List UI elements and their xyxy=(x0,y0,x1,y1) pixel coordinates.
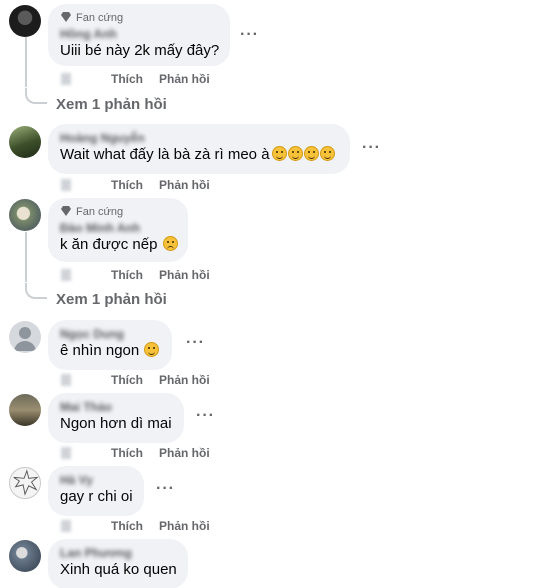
fan-badge: Fan cứng xyxy=(60,11,218,25)
timestamp[interactable] xyxy=(61,179,71,191)
comment-text: Xinh quá ko quen xyxy=(60,561,177,578)
smiling-face-emoji xyxy=(287,146,303,161)
avatar[interactable] xyxy=(9,5,41,37)
comment-text: ê nhìn ngon xyxy=(60,341,160,361)
comment-bubble: Fan cứng Đào Minh Anh k ăn được nếp xyxy=(48,198,188,262)
like-button[interactable]: Thích xyxy=(111,72,143,86)
commenter-name[interactable]: Mai Thảo xyxy=(60,400,172,414)
commenter-name[interactable]: Hoàng Nguyễn xyxy=(60,131,338,145)
sad-face-emoji xyxy=(162,236,178,251)
timestamp[interactable] xyxy=(61,520,71,532)
reply-button[interactable]: Phản hồi xyxy=(159,178,210,192)
view-replies-link[interactable]: Xem 1 phản hồi xyxy=(56,291,167,308)
avatar[interactable] xyxy=(9,540,41,572)
fan-badge: Fan cứng xyxy=(60,205,176,219)
like-button[interactable]: Thích xyxy=(111,178,143,192)
comment-actions: Thích Phản hồi xyxy=(61,519,210,533)
like-button[interactable]: Thích xyxy=(111,373,143,387)
reply-connector xyxy=(25,88,47,104)
comment-bubble: Hoàng Nguyễn Wait what đấy là bà zà rì m… xyxy=(48,124,350,174)
avatar[interactable] xyxy=(9,467,41,499)
timestamp[interactable] xyxy=(61,73,71,85)
reply-button[interactable]: Phản hồi xyxy=(159,72,210,86)
like-button[interactable]: Thích xyxy=(111,519,143,533)
like-button[interactable]: Thích xyxy=(111,268,143,282)
more-options-icon[interactable]: ··· xyxy=(156,481,175,497)
reply-button[interactable]: Phản hồi xyxy=(159,519,210,533)
diamond-icon xyxy=(60,205,72,220)
comment-text: Uiii bé này 2k mấy đây? xyxy=(60,42,220,59)
avatar[interactable] xyxy=(9,199,41,231)
commenter-name[interactable]: Hà Vy xyxy=(60,473,132,487)
comment-bubble: Fan cứng Hồng Anh Uiii bé này 2k mấy đây… xyxy=(48,4,230,66)
timestamp[interactable] xyxy=(61,374,71,386)
more-options-icon[interactable]: ··· xyxy=(240,27,259,43)
thread-line xyxy=(25,232,27,282)
thread-line xyxy=(25,37,27,87)
more-options-icon[interactable]: ··· xyxy=(362,140,381,156)
avatar[interactable] xyxy=(9,321,41,353)
avatar[interactable] xyxy=(9,126,41,158)
comment-actions: Thích Phản hồi xyxy=(61,268,210,282)
view-replies-link[interactable]: Xem 1 phản hồi xyxy=(56,96,167,113)
avatar[interactable] xyxy=(9,394,41,426)
comment-text: Ngon hơn dì mai xyxy=(60,415,172,432)
reply-button[interactable]: Phản hồi xyxy=(159,446,210,460)
comment-bubble: Hà Vy gay r chi oi xyxy=(48,466,144,516)
more-options-icon[interactable]: ··· xyxy=(186,335,205,351)
timestamp[interactable] xyxy=(61,447,71,459)
comment-actions: Thích Phản hồi xyxy=(61,72,210,86)
commenter-name[interactable]: Lan Phương xyxy=(60,546,176,560)
reply-button[interactable]: Phản hồi xyxy=(159,373,210,387)
comment-actions: Thích Phản hồi xyxy=(61,373,210,387)
like-button[interactable]: Thích xyxy=(111,446,143,460)
smiling-face-emoji xyxy=(319,146,335,161)
comment-actions: Thích Phản hồi xyxy=(61,178,210,192)
reply-connector xyxy=(25,283,47,299)
comment-text: Wait what đấy là bà zà rì meo à xyxy=(60,145,338,165)
smiling-face-emoji xyxy=(271,146,287,161)
commenter-name[interactable]: Ngọc Dung xyxy=(60,327,160,341)
comment-bubble: Lan Phương Xinh quá ko quen xyxy=(48,539,188,588)
smiling-face-emoji xyxy=(303,146,319,161)
smiling-face-emoji xyxy=(144,342,160,357)
comment-text: k ăn được nếp xyxy=(60,235,178,255)
reply-button[interactable]: Phản hồi xyxy=(159,268,210,282)
more-options-icon[interactable]: ··· xyxy=(196,408,215,424)
diamond-icon xyxy=(60,11,72,26)
comment-bubble: Ngọc Dung ê nhìn ngon xyxy=(48,320,172,370)
timestamp[interactable] xyxy=(61,269,71,281)
comment-text: gay r chi oi xyxy=(60,488,133,505)
comment-bubble: Mai Thảo Ngon hơn dì mai xyxy=(48,393,184,443)
comment-actions: Thích Phản hồi xyxy=(61,446,210,460)
commenter-name[interactable]: Đào Minh Anh xyxy=(60,221,176,235)
commenter-name[interactable]: Hồng Anh xyxy=(60,27,218,41)
